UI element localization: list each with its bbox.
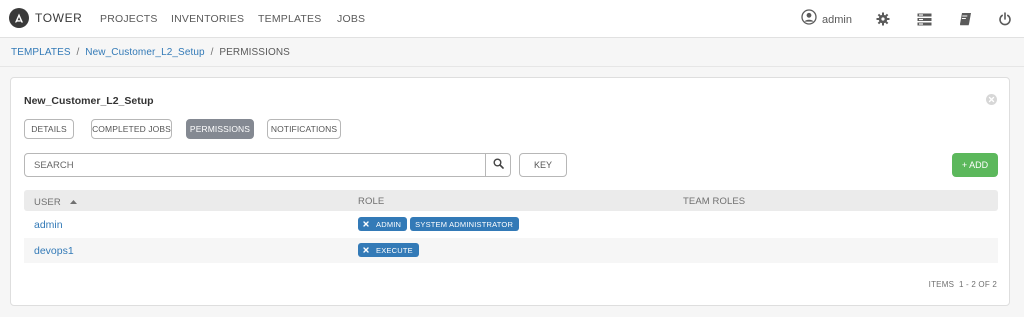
divider [0, 66, 1024, 67]
permissions-panel: New_Customer_L2_Setup DETAILS COMPLETED … [10, 77, 1010, 306]
nav-templates[interactable]: TEMPLATES [258, 13, 321, 25]
tab-permissions[interactable]: PERMISSIONS [186, 119, 254, 139]
tower-logo[interactable]: TOWER [9, 8, 82, 28]
role-chip-admin: ADMIN [358, 217, 408, 231]
user-name: admin [822, 13, 852, 26]
items-label: ITEMS [928, 280, 955, 289]
nav-projects[interactable]: PROJECTS [100, 13, 158, 25]
user-menu[interactable]: admin [801, 9, 852, 30]
search-button[interactable] [485, 154, 510, 176]
ansible-logo-icon [9, 8, 29, 28]
breadcrumb-current: PERMISSIONS [219, 47, 290, 58]
column-header-user[interactable]: USER [34, 196, 77, 208]
logout-icon[interactable] [997, 11, 1013, 27]
add-button[interactable]: + ADD [952, 153, 998, 177]
role-label: SYSTEM ADMINISTRATOR [410, 217, 520, 231]
user-link-admin[interactable]: admin [34, 219, 63, 231]
role-chip-system-administrator: SYSTEM ADMINISTRATOR [410, 217, 520, 231]
role-label: EXECUTE [376, 245, 413, 255]
table-header: USER ROLE TEAM ROLES [24, 190, 998, 211]
search-input[interactable] [25, 154, 486, 176]
search-icon [493, 156, 504, 174]
nav-jobs[interactable]: JOBS [337, 13, 365, 25]
breadcrumb-templates[interactable]: TEMPLATES [11, 47, 71, 58]
tab-completed-jobs[interactable]: COMPLETED JOBS [91, 119, 172, 139]
column-header-role: ROLE [358, 196, 385, 207]
breadcrumb-separator: / [210, 47, 214, 58]
remove-role-icon[interactable] [363, 247, 369, 253]
portal-icon[interactable] [916, 11, 932, 27]
nav-inventories[interactable]: INVENTORIES [171, 13, 244, 25]
tab-details[interactable]: DETAILS [24, 119, 74, 139]
table-row: devops1 EXECUTE [24, 238, 998, 263]
tab-notifications[interactable]: NOTIFICATIONS [267, 119, 341, 139]
breadcrumb: TEMPLATES / New_Customer_L2_Setup / PERM… [11, 47, 290, 58]
docs-icon[interactable] [957, 11, 973, 27]
role-chip-execute: EXECUTE [358, 243, 419, 257]
key-button[interactable]: KEY [519, 153, 567, 177]
breadcrumb-template-name[interactable]: New_Customer_L2_Setup [85, 47, 204, 58]
gear-icon[interactable] [875, 11, 891, 27]
page-title: New_Customer_L2_Setup [24, 95, 154, 107]
brand-name: TOWER [35, 11, 83, 25]
user-link-devops1[interactable]: devops1 [34, 245, 74, 257]
user-icon [801, 9, 817, 30]
role-label: ADMIN [376, 219, 402, 229]
role-chips: EXECUTE [358, 243, 422, 257]
close-icon[interactable] [986, 94, 997, 105]
items-count: ITEMS 1 - 2 OF 2 [929, 280, 997, 289]
role-chips: ADMIN SYSTEM ADMINISTRATOR [358, 217, 522, 231]
remove-role-icon[interactable] [363, 221, 369, 227]
column-header-team-roles: TEAM ROLES [683, 196, 746, 207]
sort-ascending-icon [69, 196, 77, 207]
table-row: admin ADMIN SYSTEM ADMINISTRATOR [24, 212, 998, 237]
top-nav: TOWER PROJECTS INVENTORIES TEMPLATES JOB… [0, 0, 1024, 38]
items-range: 1 - 2 OF 2 [958, 280, 997, 289]
breadcrumb-separator: / [76, 47, 80, 58]
search-box [24, 153, 511, 177]
